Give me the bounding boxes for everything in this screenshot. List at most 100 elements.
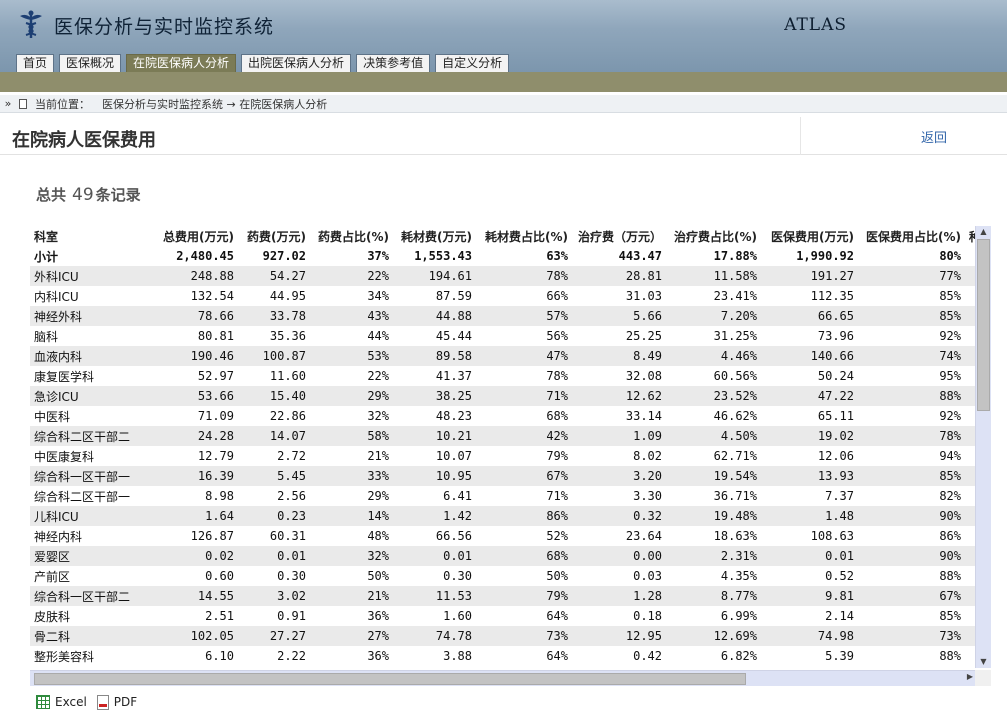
- table-row[interactable]: 产前区 0.60 0.30 50% 0.30 50% 0.03 4.35% 0.52 88%: [30, 566, 975, 586]
- table-row[interactable]: 整形美容科 6.10 2.22 36% 3.88 64% 0.42 6.82% 5.39 88%: [30, 646, 975, 666]
- vertical-scrollbar[interactable]: ▲ ▼: [975, 226, 991, 668]
- table-cell: 57%: [546, 309, 568, 323]
- table-row[interactable]: 外科ICU 248.88 54.27 22% 194.61 78% 28.81 11.58% 1…: [30, 266, 975, 286]
- table-cell: [965, 446, 975, 466]
- table-cell: 6.82%: [720, 649, 757, 663]
- table-cell: 89.58: [435, 349, 472, 363]
- tab-discharged-analysis[interactable]: 出院医保病人分析: [241, 54, 352, 72]
- tab-inpatient-analysis[interactable]: 在院医保病人分析: [126, 54, 237, 72]
- export-pdf-button[interactable]: PDF: [96, 694, 137, 710]
- table-cell: 中医科: [34, 409, 71, 424]
- table-cell: 54.27: [269, 269, 306, 283]
- column-header-treatment-cost[interactable]: 治疗费（万元）: [572, 226, 666, 246]
- table-cell: 86%: [546, 509, 568, 523]
- table-cell: 爱婴区: [34, 549, 71, 564]
- table-cell: 29%: [367, 489, 389, 503]
- column-header-insurance-cost[interactable]: 医保费用(万元): [761, 226, 858, 246]
- table-cell: 23.52%: [713, 389, 757, 403]
- table-cell: 6.10: [205, 649, 234, 663]
- table-cell: 48%: [367, 529, 389, 543]
- table-row[interactable]: 中医科 71.09 22.86 32% 48.23 68% 33.14 46.62% 65.11…: [30, 406, 975, 426]
- table-cell: [965, 266, 975, 286]
- table-cell: 50%: [367, 569, 389, 583]
- table-cell: 1,553.43: [414, 249, 472, 263]
- table-cell: 53.66: [197, 389, 234, 403]
- table-cell: 15.40: [269, 389, 306, 403]
- table-row[interactable]: 综合科一区干部二 14.55 3.02 21% 11.53 79% 1.28 8.77% 9.8…: [30, 586, 975, 606]
- table-cell: 95%: [939, 369, 961, 383]
- table-row[interactable]: 神经外科 78.66 33.78 43% 44.88 57% 5.66 7.20% 66.65 8…: [30, 306, 975, 326]
- scroll-up-arrow-icon[interactable]: ▲: [976, 226, 991, 238]
- scroll-right-arrow-icon[interactable]: ▶: [967, 672, 973, 681]
- table-cell: 2.22: [277, 649, 306, 663]
- table-row[interactable]: 综合科二区干部一 8.98 2.56 29% 6.41 71% 3.30 36.71% 7.37…: [30, 486, 975, 506]
- table-cell: 71%: [546, 489, 568, 503]
- horizontal-scroll-thumb[interactable]: [34, 673, 746, 685]
- table-cell: 7.20%: [720, 309, 757, 323]
- table-row[interactable]: 骨二科 102.05 27.27 27% 74.78 73% 12.95 12.69% 74.9…: [30, 626, 975, 646]
- table-row[interactable]: 内科ICU 132.54 44.95 34% 87.59 66% 31.03 23.41% 11…: [30, 286, 975, 306]
- table-cell: 86%: [939, 529, 961, 543]
- table-row[interactable]: 皮肤科 2.51 0.91 36% 1.60 64% 0.18 6.99% 2.14 85%: [30, 606, 975, 626]
- table-cell: 27.27: [269, 629, 306, 643]
- table-cell: 73%: [546, 629, 568, 643]
- table-cell: 126.87: [190, 529, 234, 543]
- table-row[interactable]: 血液内科 190.46 100.87 53% 89.58 47% 8.49 4.46% 140.…: [30, 346, 975, 366]
- table-cell: 36.71%: [713, 489, 757, 503]
- table-row[interactable]: 神经内科 126.87 60.31 48% 66.56 52% 23.64 18.63% 108…: [30, 526, 975, 546]
- table-row[interactable]: 儿科ICU 1.64 0.23 14% 1.42 86% 0.32 19.48% 1.48 90%: [30, 506, 975, 526]
- breadcrumb: » 当前位置： 医保分析与实时监控系统 → 在院医保病人分析: [0, 95, 1007, 113]
- table-cell: [965, 286, 975, 306]
- record-count: 总共 49 条记录: [36, 184, 141, 205]
- horizontal-scrollbar[interactable]: ▶: [30, 670, 975, 686]
- table-cell: [965, 606, 975, 626]
- table-cell: 神经内科: [34, 529, 83, 544]
- table-cell: [965, 326, 975, 346]
- table-cell: 38.25: [435, 389, 472, 403]
- scroll-down-arrow-icon[interactable]: ▼: [976, 656, 991, 668]
- table-cell: 63%: [546, 249, 568, 263]
- tab-custom-analysis[interactable]: 自定义分析: [435, 54, 510, 72]
- column-header-material-ratio[interactable]: 耗材费占比(%): [476, 226, 572, 246]
- table-cell: 0.01: [825, 549, 854, 563]
- table-cell: 小计: [34, 249, 59, 264]
- column-header-drug-cost[interactable]: 药费(万元): [238, 226, 310, 246]
- table-row[interactable]: 康复医学科 52.97 11.60 22% 41.37 78% 32.08 60.56% 50.…: [30, 366, 975, 386]
- column-header-drug-ratio[interactable]: 药费占比(%): [310, 226, 393, 246]
- table-row[interactable]: 爱婴区 0.02 0.01 32% 0.01 68% 0.00 2.31% 0.01 90%: [30, 546, 975, 566]
- column-header-material-cost[interactable]: 耗材费(万元): [393, 226, 476, 246]
- column-header-truncated[interactable]: 种: [965, 226, 975, 246]
- table-cell: 17.88%: [713, 249, 757, 263]
- table-cell: 94%: [939, 449, 961, 463]
- table-cell: 13.93: [817, 469, 854, 483]
- table-cell: [965, 426, 975, 446]
- nav-underbar: [0, 72, 1007, 92]
- vertical-scroll-thumb[interactable]: [977, 239, 990, 411]
- table-cell: 50%: [546, 569, 568, 583]
- table-cell: 内科ICU: [34, 289, 79, 304]
- export-excel-button[interactable]: Excel: [36, 695, 87, 709]
- breadcrumb-label: 当前位置：: [35, 97, 90, 111]
- tab-decision-reference[interactable]: 决策参考值: [356, 54, 431, 72]
- table-row[interactable]: 急诊ICU 53.66 15.40 29% 38.25 71% 12.62 23.52% 47.…: [30, 386, 975, 406]
- table-row[interactable]: 中医康复科 12.79 2.72 21% 10.07 79% 8.02 62.71% 12.06…: [30, 446, 975, 466]
- table-row[interactable]: 综合科一区干部一 16.39 5.45 33% 10.95 67% 3.20 19.54% 13…: [30, 466, 975, 486]
- table-cell: 65.11: [817, 409, 854, 423]
- column-header-department[interactable]: 科室: [30, 226, 156, 246]
- tab-overview[interactable]: 医保概况: [59, 54, 122, 72]
- table-row[interactable]: 综合科二区干部二 24.28 14.07 58% 10.21 42% 1.09 4.50% 19…: [30, 426, 975, 446]
- column-header-insurance-ratio[interactable]: 医保费用占比(%): [858, 226, 965, 246]
- table-row[interactable]: 脑科 80.81 35.36 44% 45.44 56% 25.25 31.25% 73.96 9…: [30, 326, 975, 346]
- column-header-treatment-ratio[interactable]: 治疗费占比(%): [666, 226, 761, 246]
- scrollbar-corner: [975, 670, 991, 686]
- table-cell: 44.88: [435, 309, 472, 323]
- column-header-total-cost[interactable]: 总费用(万元): [156, 226, 238, 246]
- table-cell: 80.81: [197, 329, 234, 343]
- back-link[interactable]: 返回: [921, 127, 947, 146]
- table-cell: 33%: [367, 469, 389, 483]
- table-cell: 8.77%: [720, 589, 757, 603]
- table-cell: 儿科ICU: [34, 509, 79, 524]
- table-cell: 14.55: [197, 589, 234, 603]
- tab-home[interactable]: 首页: [16, 54, 55, 72]
- table-cell: 85%: [939, 289, 961, 303]
